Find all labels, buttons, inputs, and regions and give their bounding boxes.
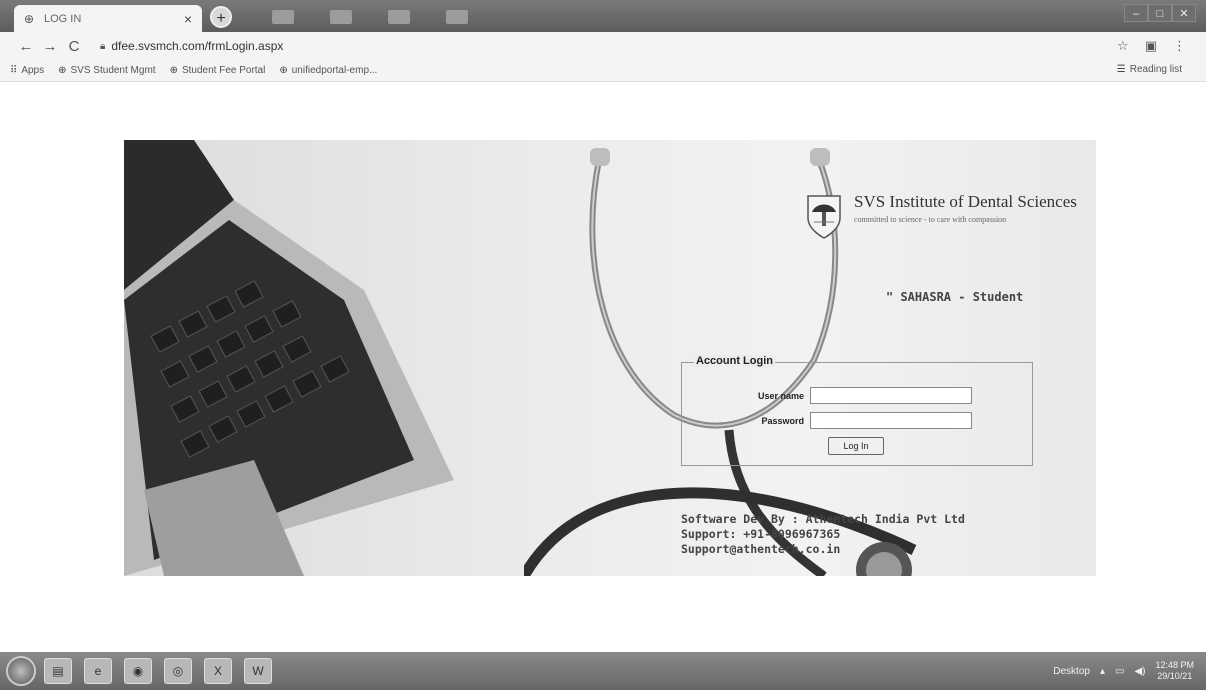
institute-logo: SVS Institute of Dental Sciences committ…	[804, 192, 1077, 240]
credits-line-developer: Software Dev By : Athentech India Pvt Lt…	[681, 512, 965, 526]
taskbar-thumb-decoration	[446, 10, 468, 24]
reload-button[interactable]: C	[62, 38, 86, 55]
spreadsheet-app-icon[interactable]: X	[204, 658, 232, 684]
laptop-image	[124, 140, 454, 576]
reading-list-icon: ☰	[1116, 64, 1126, 75]
bookmark-svs-student-mgmt[interactable]: ⊕ SVS Student Mgmt	[58, 65, 155, 76]
close-tab-icon[interactable]: ×	[184, 11, 192, 27]
new-tab-button[interactable]: +	[210, 6, 232, 28]
institute-name: SVS Institute of Dental Sciences	[854, 192, 1077, 211]
username-row: User name	[682, 387, 972, 404]
credits-line-phone: Support: +91-8096967365	[681, 527, 841, 541]
apps-grid-icon: ⠿	[10, 65, 18, 76]
clock-date: 29/10/21	[1157, 671, 1193, 681]
browser-tab[interactable]: ⊕ LOG IN ×	[14, 5, 202, 32]
lock-icon: 🔒︎	[100, 40, 106, 52]
password-input[interactable]	[810, 412, 972, 429]
volume-icon[interactable]: ◀)	[1134, 666, 1145, 677]
bookmark-student-fee-portal[interactable]: ⊕ Student Fee Portal	[170, 65, 266, 76]
globe-icon: ⊕	[169, 65, 178, 76]
globe-icon: ⊕	[279, 65, 288, 76]
chrome-icon[interactable]: ◎	[164, 658, 192, 684]
menu-icon[interactable]: ⋮	[1173, 38, 1186, 54]
browser-tabstrip: ⊕ LOG IN × + – □ ✕	[0, 0, 1206, 32]
minimize-icon[interactable]: –	[1124, 4, 1148, 22]
institute-tagline: committed to science - to care with comp…	[854, 215, 1007, 224]
window-controls: – □ ✕	[1124, 4, 1196, 22]
address-bar-row: ← → C 🔒︎ dfee.svsmch.com/frmLogin.aspx ☆…	[0, 32, 1206, 60]
taskbar-thumb-decoration	[330, 10, 352, 24]
globe-icon: ⊕	[58, 65, 67, 76]
crest-icon	[807, 195, 841, 239]
password-row: Password	[682, 412, 972, 429]
start-button[interactable]	[6, 656, 36, 686]
url-input[interactable]: dfee.svsmch.com/frmLogin.aspx	[111, 39, 1117, 53]
credits: Software Dev By : Athentech India Pvt Lt…	[681, 512, 965, 557]
close-window-icon[interactable]: ✕	[1172, 4, 1196, 22]
bookmark-apps[interactable]: ⠿ Apps	[10, 65, 44, 76]
credits-line-email: Support@athentech.co.in	[681, 542, 841, 556]
desktop-toolbar-label[interactable]: Desktop	[1053, 666, 1090, 677]
username-input[interactable]	[810, 387, 972, 404]
bookmark-unifiedportal[interactable]: ⊕ unifiedportal-emp...	[279, 65, 377, 76]
os-taskbar: ▤ e ◉ ◎ X W Desktop ▴ ▭ ◀) 12:48 PM 29/1…	[0, 652, 1206, 690]
tray-expand-icon[interactable]: ▴	[1100, 666, 1105, 677]
account-login-panel: Account Login User name Password Log In	[681, 355, 1033, 466]
app-title: " SAHASRA - Student	[886, 290, 1024, 304]
tab-title: LOG IN	[44, 12, 82, 25]
login-button[interactable]: Log In	[828, 437, 884, 455]
star-icon[interactable]: ☆	[1117, 38, 1129, 54]
reading-list-button[interactable]: ☰ Reading list	[1117, 64, 1182, 75]
taskbar-thumb-decoration	[272, 10, 294, 24]
maximize-icon[interactable]: □	[1148, 4, 1172, 22]
internet-explorer-icon[interactable]: e	[84, 658, 112, 684]
system-tray: Desktop ▴ ▭ ◀) 12:48 PM 29/10/21	[1053, 652, 1194, 690]
profile-icon[interactable]: ▣	[1145, 38, 1157, 54]
network-icon[interactable]: ▭	[1115, 666, 1124, 677]
login-hero: SVS Institute of Dental Sciences committ…	[124, 140, 1096, 576]
clock-time: 12:48 PM	[1155, 660, 1194, 670]
system-clock[interactable]: 12:48 PM 29/10/21	[1155, 660, 1194, 682]
taskbar-thumb-decoration	[388, 10, 410, 24]
globe-icon: ⊕	[24, 11, 35, 26]
forward-button[interactable]: →	[38, 38, 62, 55]
firefox-icon[interactable]: ◉	[124, 658, 152, 684]
document-app-icon[interactable]: W	[244, 658, 272, 684]
bookmarks-bar: ⠿ Apps ⊕ SVS Student Mgmt ⊕ Student Fee …	[0, 60, 1206, 82]
password-label: Password	[761, 415, 804, 426]
file-explorer-icon[interactable]: ▤	[44, 658, 72, 684]
username-label: User name	[757, 390, 804, 401]
login-legend: Account Login	[694, 355, 775, 367]
back-button[interactable]: ←	[14, 38, 38, 55]
